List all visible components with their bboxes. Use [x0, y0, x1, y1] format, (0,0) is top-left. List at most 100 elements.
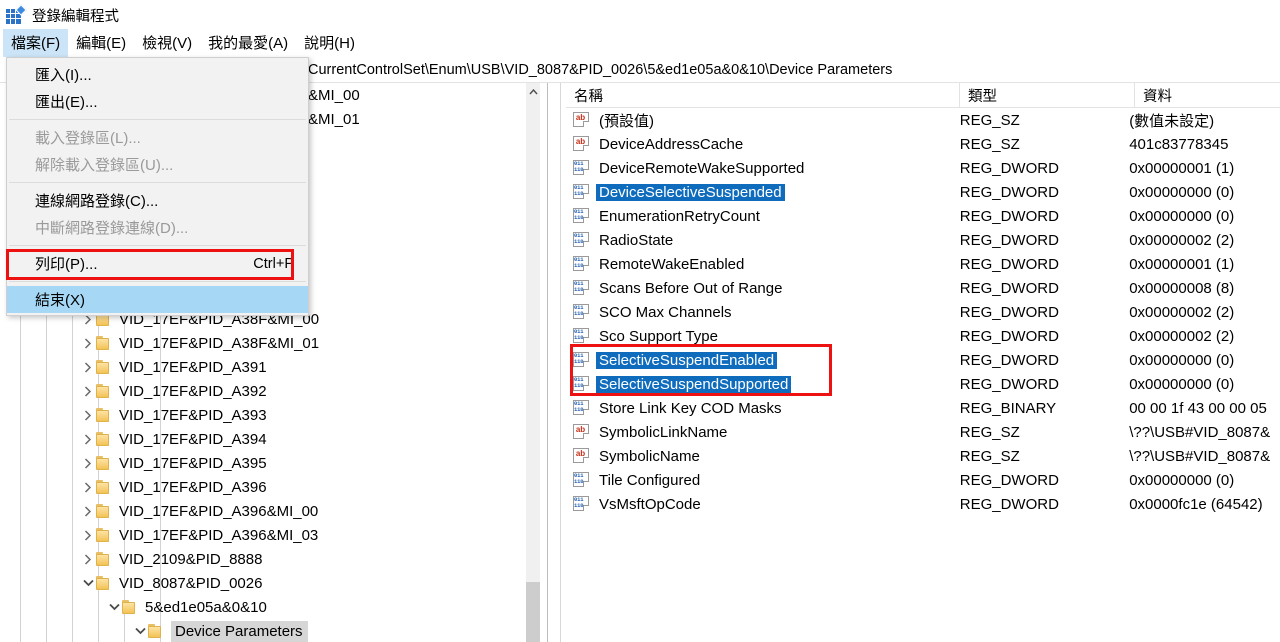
value-row[interactable]: SymbolicLinkName REG_SZ \??\USB#VID_8087&: [566, 420, 1280, 444]
chevron-right-icon[interactable]: [80, 427, 96, 451]
value-name-cell: SelectiveSuspendEnabled: [596, 351, 952, 369]
value-name-cell: (預設值): [596, 110, 952, 131]
value-name-label: Sco Support Type: [599, 327, 718, 345]
value-type-cell: REG_SZ: [959, 447, 1020, 465]
value-row[interactable]: (預設值) REG_SZ (數值未設定): [566, 108, 1280, 132]
pane-splitter[interactable]: [560, 83, 561, 642]
tree-row[interactable]: VID_17EF&PID_A393: [0, 403, 533, 427]
value-row[interactable]: 011 110 SelectiveSuspendEnabled REG_DWORD 0x…: [566, 348, 1280, 372]
menu-item-0[interactable]: 匯入(I)...: [7, 61, 308, 88]
dword-value-icon: 011 110: [573, 232, 591, 248]
tree-item-label: VID_17EF&PID_A395: [119, 454, 267, 472]
chevron-right-icon[interactable]: [80, 403, 96, 427]
tree-scrollbar-thumb[interactable]: [526, 582, 540, 642]
value-row[interactable]: 011 110 VsMsftOpCode REG_DWORD 0x0000fc1e (6…: [566, 492, 1280, 516]
menu-item-label: 載入登錄區(L)...: [35, 130, 141, 147]
scroll-up-arrow-icon[interactable]: [526, 83, 540, 100]
column-header-data[interactable]: 資料: [1135, 83, 1280, 108]
value-row[interactable]: 011 110 SelectiveSuspendSupported REG_DWORD…: [566, 372, 1280, 396]
dword-value-icon: 011 110: [573, 328, 591, 344]
chevron-right-icon[interactable]: [80, 379, 96, 403]
tree-scrollbar[interactable]: [526, 83, 540, 642]
value-type-cell: REG_DWORD: [959, 183, 1059, 201]
tree-row[interactable]: VID_17EF&PID_A395: [0, 451, 533, 475]
value-type-cell: REG_DWORD: [959, 279, 1059, 297]
value-name-cell: DeviceRemoteWakeSupported: [596, 160, 952, 177]
menu-separator: [9, 182, 306, 183]
tree-row[interactable]: 5&ed1e05a&0&10: [0, 595, 533, 619]
registry-values-pane[interactable]: 名稱 類型 資料 (預設值) REG_SZ (數值未設定) DeviceAddress…: [566, 83, 1280, 642]
value-row[interactable]: 011 110 Scans Before Out of Range REG_DWORD…: [566, 276, 1280, 300]
dword-value-icon: 011 110: [573, 472, 591, 488]
tree-row[interactable]: VID_17EF&PID_A391: [0, 355, 533, 379]
tree-row[interactable]: VID_17EF&PID_A396&MI_00: [0, 499, 533, 523]
menubar-item-edit[interactable]: 編輯(E): [68, 29, 134, 57]
tree-row[interactable]: VID_17EF&PID_A396&MI_03: [0, 523, 533, 547]
dword-value-icon: 011 110: [573, 184, 591, 200]
folder-icon: [148, 624, 165, 638]
value-row[interactable]: SymbolicName REG_SZ \??\USB#VID_8087&: [566, 444, 1280, 468]
tree-row[interactable]: VID_17EF&PID_A392: [0, 379, 533, 403]
value-row[interactable]: 011 110 Sco Support Type REG_DWORD 0x0000000…: [566, 324, 1280, 348]
folder-icon: [96, 432, 113, 446]
menubar-item-view[interactable]: 檢視(V): [134, 29, 200, 57]
tree-row[interactable]: VID_17EF&PID_A396: [0, 475, 533, 499]
value-row[interactable]: 011 110 Store Link Key COD Masks REG_BINARY…: [566, 396, 1280, 420]
window-title: 登錄編輯程式: [32, 8, 119, 25]
chevron-right-icon[interactable]: [80, 523, 96, 547]
dword-value-icon: 011 110: [573, 352, 591, 368]
tree-item-label: VID_8087&PID_0026: [119, 574, 263, 592]
chevron-right-icon[interactable]: [80, 451, 96, 475]
value-name-label: SymbolicName: [599, 447, 700, 465]
folder-icon: [96, 336, 113, 350]
value-row[interactable]: 011 110 DeviceRemoteWakeSupported REG_DWORD…: [566, 156, 1280, 180]
chevron-down-icon[interactable]: [132, 619, 148, 642]
value-data-cell: \??\USB#VID_8087&: [1129, 423, 1271, 441]
tree-row[interactable]: Device Parameters: [0, 619, 533, 642]
chevron-right-icon[interactable]: [80, 475, 96, 499]
menu-item-label: 匯出(E)...: [35, 94, 98, 111]
value-data-cell: 00 00 1f 43 00 00 05: [1129, 399, 1267, 417]
value-row[interactable]: 011 110 RemoteWakeEnabled REG_DWORD 0x000000…: [566, 252, 1280, 276]
menubar-item-favorites[interactable]: 我的最愛(A): [200, 29, 296, 57]
value-name-label: DeviceSelectiveSuspended: [596, 183, 785, 201]
tree-row[interactable]: VID_2109&PID_8888: [0, 547, 533, 571]
tree-row[interactable]: VID_8087&PID_0026: [0, 571, 533, 595]
menu-item-9[interactable]: 列印(P)... Ctrl+P: [7, 250, 308, 277]
value-row[interactable]: 011 110 EnumerationRetryCount REG_DWORD 0x00…: [566, 204, 1280, 228]
chevron-down-icon[interactable]: [106, 595, 122, 619]
menu-item-1[interactable]: 匯出(E)...: [7, 88, 308, 115]
value-type-cell: REG_DWORD: [959, 327, 1059, 345]
value-data-cell: 0x00000002 (2): [1129, 303, 1235, 321]
menubar-item-file[interactable]: 檔案(F): [3, 29, 69, 57]
value-row[interactable]: DeviceAddressCache REG_SZ 401c83778345: [566, 132, 1280, 156]
tree-row[interactable]: VID_17EF&PID_A394: [0, 427, 533, 451]
chevron-down-icon[interactable]: [80, 571, 96, 595]
value-row[interactable]: 011 110 RadioState REG_DWORD 0x00000002 (2): [566, 228, 1280, 252]
menu-item-11[interactable]: 結束(X): [7, 286, 308, 313]
value-name-label: SymbolicLinkName: [599, 423, 728, 441]
tree-item-label: VID_17EF&PID_A396&MI_03: [119, 526, 319, 544]
chevron-right-icon[interactable]: [80, 331, 96, 355]
value-row[interactable]: 011 110 Tile Configured REG_DWORD 0x00000000…: [566, 468, 1280, 492]
value-name-cell: Tile Configured: [596, 472, 952, 489]
menu-item-3: 載入登錄區(L)...: [7, 124, 308, 151]
menu-separator: [9, 119, 306, 120]
column-header-type[interactable]: 類型: [960, 83, 1135, 108]
value-name-cell: SCO Max Channels: [596, 304, 952, 321]
chevron-right-icon[interactable]: [80, 547, 96, 571]
tree-row[interactable]: VID_17EF&PID_A38F&MI_01: [0, 331, 533, 355]
values-column-header: 名稱 類型 資料: [566, 83, 1280, 108]
menu-item-6[interactable]: 連線網路登錄(C)...: [7, 187, 308, 214]
chevron-right-icon[interactable]: [80, 355, 96, 379]
file-dropdown-menu[interactable]: 匯入(I)... 匯出(E)... 載入登錄區(L)... 解除載入登錄區(U)...…: [6, 57, 309, 316]
value-name-label: RadioState: [599, 231, 674, 249]
chevron-right-icon[interactable]: [80, 499, 96, 523]
value-row[interactable]: 011 110 SCO Max Channels REG_DWORD 0x0000000…: [566, 300, 1280, 324]
column-header-name[interactable]: 名稱: [566, 83, 960, 108]
value-name-cell: DeviceAddressCache: [596, 136, 952, 153]
menu-item-shortcut: Ctrl+P: [253, 255, 294, 272]
menubar-item-help[interactable]: 說明(H): [296, 29, 363, 57]
value-row[interactable]: 011 110 DeviceSelectiveSuspended REG_DWORD 0…: [566, 180, 1280, 204]
value-type-cell: REG_BINARY: [959, 399, 1057, 417]
